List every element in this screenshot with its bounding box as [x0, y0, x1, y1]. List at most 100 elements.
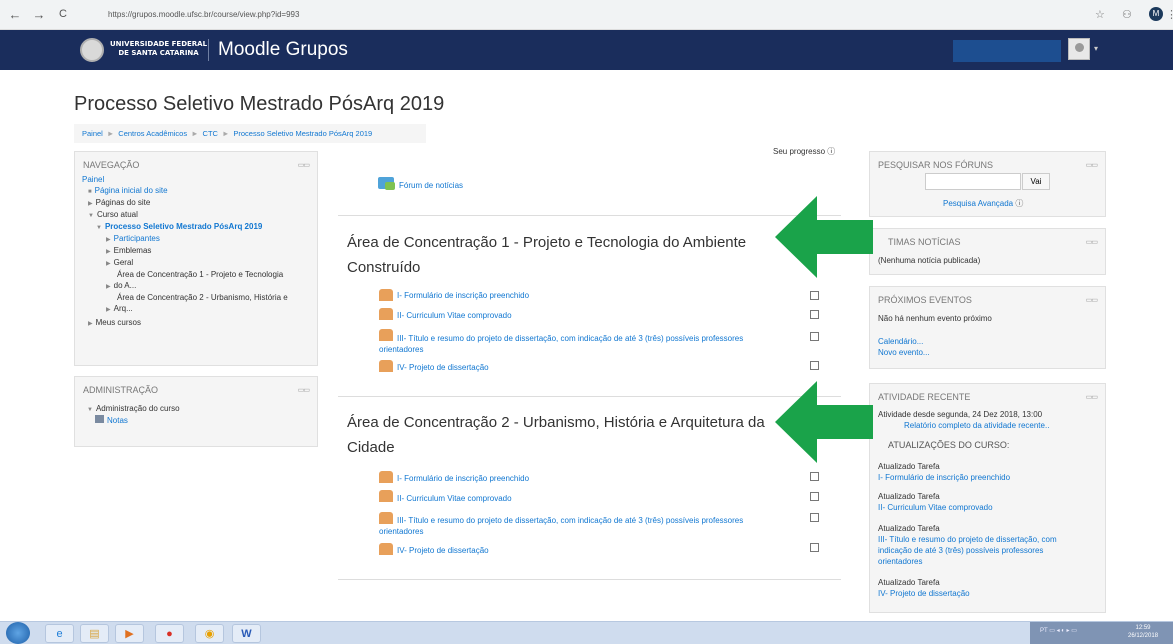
block-controls-icon[interactable]: ▭▭: [1086, 161, 1098, 169]
update-link[interactable]: IV- Projeto de dissertação: [878, 589, 970, 598]
breadcrumb-centros[interactable]: Centros Acadêmicos: [118, 129, 187, 138]
expand-icon[interactable]: ▶: [106, 249, 111, 255]
block-controls-icon[interactable]: ▭▭: [1086, 296, 1098, 304]
assignment-icon: [379, 543, 393, 555]
activity-link[interactable]: III- Título e resumo do projeto de disse…: [397, 334, 743, 344]
app-icon[interactable]: ◉: [195, 624, 224, 643]
update-link[interactable]: II- Curriculum Vitae comprovado: [878, 503, 993, 512]
nav-painel[interactable]: Painel: [82, 175, 104, 184]
activity-link[interactable]: I- Formulário de inscrição preenchido: [397, 474, 529, 484]
collapse-icon[interactable]: ▼: [88, 213, 94, 219]
navigation-title: NAVEGAÇÃO: [83, 160, 140, 170]
profile-avatar[interactable]: M: [1149, 7, 1163, 21]
breadcrumb-course[interactable]: Processo Seletivo Mestrado PósArq 2019: [233, 129, 372, 138]
help-icon[interactable]: ⓘ: [827, 147, 835, 156]
nav-my-courses[interactable]: Meus cursos: [96, 318, 141, 327]
nav-area2-line1[interactable]: Área de Concentração 2 - Urbanismo, Hist…: [117, 293, 288, 302]
site-name[interactable]: Moodle Grupos: [218, 39, 348, 61]
block-controls-icon[interactable]: ▭▭: [1086, 238, 1098, 246]
media-player-icon[interactable]: ▶: [115, 624, 144, 643]
new-event-link[interactable]: Novo evento...: [878, 348, 930, 357]
forward-button[interactable]: →: [32, 7, 46, 22]
internet-explorer-icon[interactable]: e: [45, 624, 74, 643]
nav-site-pages[interactable]: Páginas do site: [96, 198, 151, 207]
nav-site-home[interactable]: Página inicial do site: [95, 186, 168, 195]
completion-checkbox[interactable]: [810, 332, 819, 341]
assignment-icon: [379, 360, 393, 372]
assignment-icon: [379, 471, 393, 483]
completion-checkbox[interactable]: [810, 492, 819, 501]
nav-area1-line1[interactable]: Área de Concentração 1 - Projeto e Tecno…: [117, 270, 283, 279]
nav-course[interactable]: Processo Seletivo Mestrado PósArq 2019: [105, 222, 262, 231]
help-icon[interactable]: ⓘ: [1015, 199, 1023, 208]
expand-icon[interactable]: ▶: [106, 284, 111, 290]
address-bar[interactable]: https://grupos.moodle.ufsc.br/course/vie…: [94, 6, 1074, 25]
completion-checkbox[interactable]: [810, 543, 819, 552]
nav-general[interactable]: Geral: [114, 258, 134, 267]
language-indicator[interactable]: PT: [1040, 628, 1048, 634]
nav-area1-line2[interactable]: do A...: [114, 281, 137, 290]
full-report-link[interactable]: Relatório completo da atividade recente.…: [904, 421, 1049, 430]
collapse-icon[interactable]: ▼: [87, 407, 93, 413]
completion-checkbox[interactable]: [810, 361, 819, 370]
expand-icon[interactable]: ▶: [88, 201, 93, 207]
university-logo[interactable]: UNIVERSIDADE FEDERAL DE SANTA CATARINA: [110, 40, 207, 58]
block-controls-icon[interactable]: ▭▭: [298, 386, 310, 394]
forum-search-input[interactable]: [925, 173, 1021, 190]
star-icon[interactable]: ☆: [1095, 8, 1105, 21]
activity-link[interactable]: IV- Projeto de dissertação: [397, 546, 489, 556]
activity-link[interactable]: III- Título e resumo do projeto de disse…: [397, 516, 743, 526]
block-controls-icon[interactable]: ▭▭: [298, 161, 310, 169]
back-button[interactable]: ←: [8, 7, 22, 22]
update-link[interactable]: indicação de até 3 (três) possíveis prof…: [878, 546, 1043, 555]
chrome-icon[interactable]: ●: [155, 624, 184, 643]
completion-checkbox[interactable]: [810, 513, 819, 522]
activity-link[interactable]: I- Formulário de inscrição preenchido: [397, 291, 529, 301]
file-explorer-icon[interactable]: ▤: [80, 624, 109, 643]
logo-divider: [208, 39, 209, 61]
activity-link[interactable]: II- Curriculum Vitae comprovado: [397, 311, 512, 321]
completion-checkbox[interactable]: [810, 291, 819, 300]
extension-icon[interactable]: ⚇: [1122, 8, 1132, 21]
system-clock[interactable]: 12:59 26/12/2018: [1128, 624, 1158, 640]
update-link[interactable]: III- Título e resumo do projeto de disse…: [878, 535, 1057, 544]
breadcrumb-ctc[interactable]: CTC: [203, 129, 218, 138]
advanced-search-link[interactable]: Pesquisa Avançada: [943, 199, 1013, 208]
user-avatar[interactable]: [1068, 38, 1090, 60]
nav-badges[interactable]: Emblemas: [114, 246, 152, 255]
activity-link[interactable]: II- Curriculum Vitae comprovado: [397, 494, 512, 504]
menu-icon[interactable]: ⋮: [1166, 8, 1173, 21]
completion-checkbox[interactable]: [810, 310, 819, 319]
nav-current-course[interactable]: Curso atual: [97, 210, 138, 219]
grades-link[interactable]: Notas: [107, 416, 128, 425]
expand-icon[interactable]: ▶: [106, 307, 111, 313]
nav-participants[interactable]: Participantes: [114, 234, 160, 243]
assignment-icon: [379, 289, 393, 301]
activity-link-continued[interactable]: orientadores: [379, 527, 423, 537]
activity-link[interactable]: IV- Projeto de dissertação: [397, 363, 489, 373]
search-go-button[interactable]: Vai: [1022, 173, 1050, 190]
update-link[interactable]: I- Formulário de inscrição preenchido: [878, 473, 1010, 482]
tray-icons[interactable]: PT ▭ ◂ ◐ ▸ ▭: [1040, 627, 1077, 634]
assignment-icon: [379, 308, 393, 320]
breadcrumb-painel[interactable]: Painel: [82, 129, 103, 138]
update-link[interactable]: orientadores: [878, 557, 922, 566]
expand-icon[interactable]: ▶: [106, 237, 111, 243]
navigation-block: NAVEGAÇÃO ▭▭ Painel ■ Página inicial do s…: [74, 151, 318, 366]
news-forum-link[interactable]: Fórum de notícias: [399, 181, 463, 191]
user-menu-caret-icon[interactable]: ▾: [1094, 44, 1098, 53]
expand-icon[interactable]: ▶: [88, 321, 93, 327]
nav-area2-line2[interactable]: Arq...: [114, 304, 133, 313]
reload-button[interactable]: C: [56, 8, 70, 20]
start-button-icon[interactable]: [6, 622, 30, 644]
course-administration[interactable]: Administração do curso: [96, 404, 180, 413]
word-icon[interactable]: W: [232, 624, 261, 643]
calendar-link[interactable]: Calendário...: [878, 337, 923, 346]
activity-link-continued[interactable]: orientadores: [379, 345, 423, 355]
collapse-icon[interactable]: ▼: [96, 225, 102, 231]
block-controls-icon[interactable]: ▭▭: [1086, 393, 1098, 401]
expand-icon[interactable]: ▶: [106, 261, 111, 267]
section-1-title: Área de Concentração 1 - Projeto e Tecno…: [347, 230, 746, 280]
user-name-box[interactable]: [953, 40, 1061, 62]
completion-checkbox[interactable]: [810, 472, 819, 481]
